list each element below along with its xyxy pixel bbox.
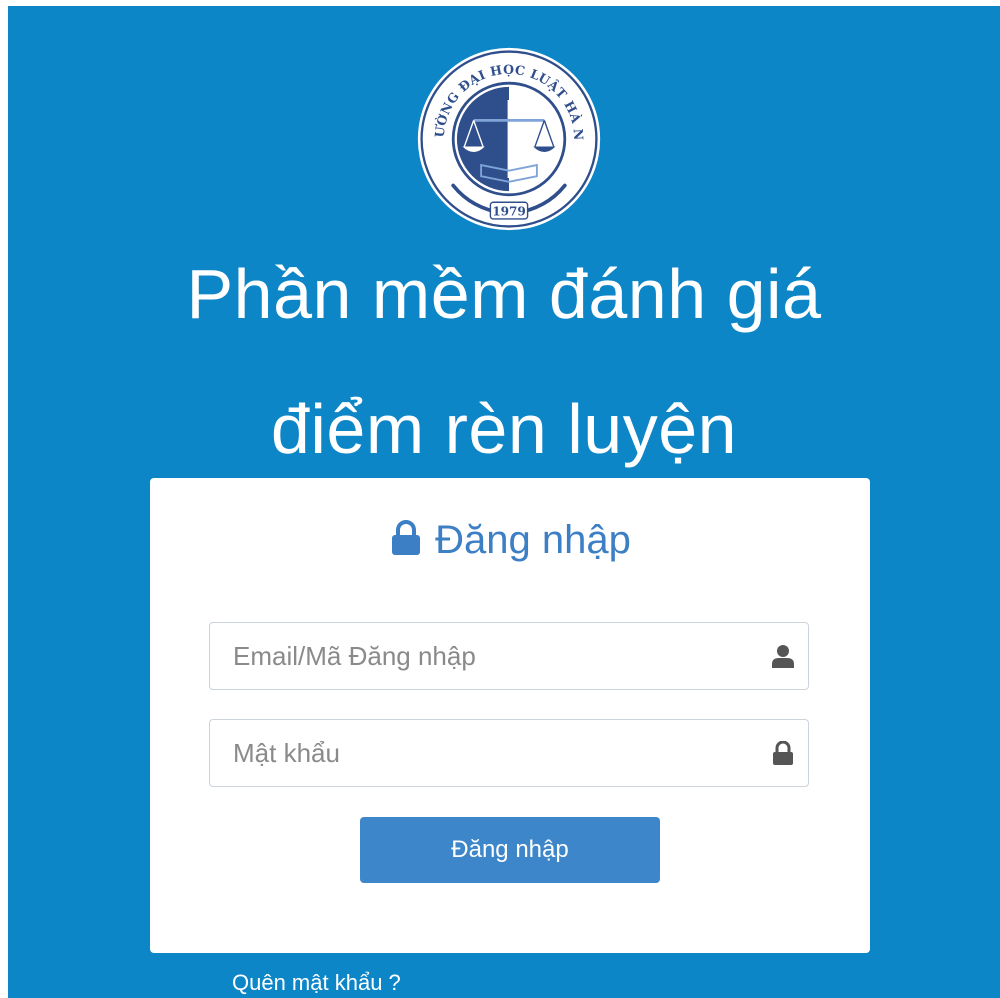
password-field[interactable]: [209, 719, 809, 787]
lock-icon: [392, 520, 421, 555]
logo-year: 1979: [492, 204, 526, 218]
university-logo: 1979 TRƯỜNG ĐẠI HỌC LUẬT HÀ NỘI: [416, 46, 601, 231]
login-page: 1979 TRƯỜNG ĐẠI HỌC LUẬT HÀ NỘI Phần mềm…: [8, 6, 1000, 998]
lock-icon: [773, 741, 793, 765]
user-icon: [772, 645, 794, 668]
password-input[interactable]: [210, 720, 750, 786]
login-card: Đăng nhập Đăng nhập: [150, 478, 870, 953]
forgot-password-link[interactable]: Quên mật khẩu ?: [232, 970, 401, 996]
username-input[interactable]: [210, 623, 750, 689]
app-title-line-1: Phần mềm đánh giá: [186, 255, 822, 333]
username-field[interactable]: [209, 622, 809, 690]
login-heading: Đăng nhập: [150, 518, 870, 563]
login-button[interactable]: Đăng nhập: [360, 817, 660, 883]
app-title-line-2: điểm rèn luyện: [270, 390, 738, 468]
login-heading-text: Đăng nhập: [435, 518, 631, 562]
